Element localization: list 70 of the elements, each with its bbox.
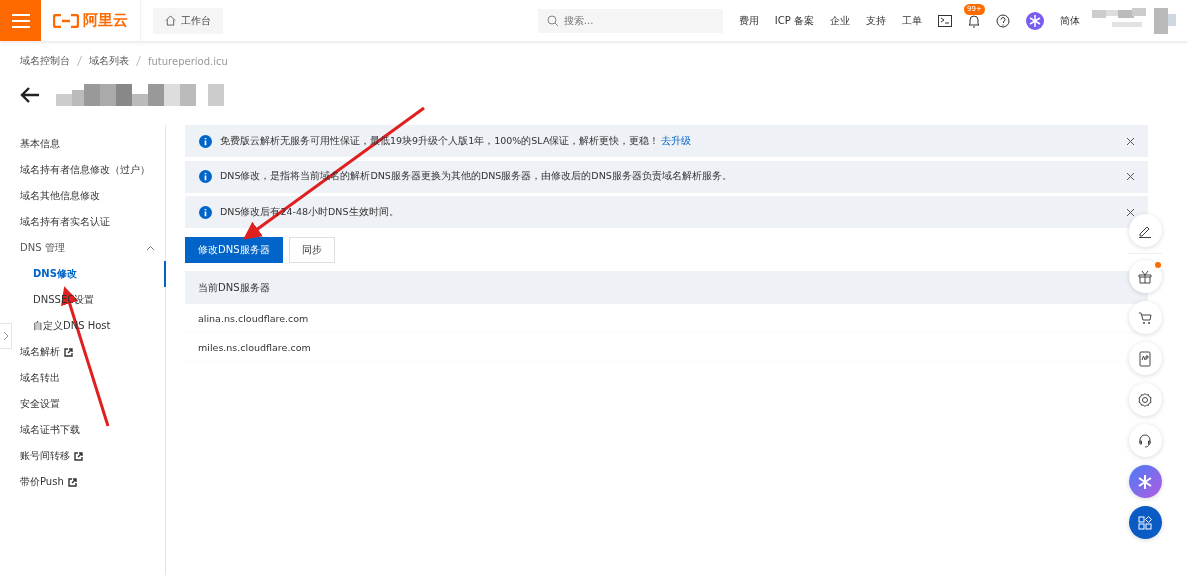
- sidebar-item[interactable]: 账号间转移: [20, 449, 83, 463]
- settings-icon: [1137, 391, 1153, 408]
- nav-link[interactable]: 企业: [830, 13, 850, 28]
- menu-button[interactable]: [0, 0, 41, 41]
- sidebar-item[interactable]: 域名证书下载: [20, 423, 80, 437]
- chevron-icon: [2, 331, 9, 341]
- modify-dns-button[interactable]: 修改DNS服务器: [185, 237, 283, 263]
- gift-button[interactable]: [1128, 260, 1162, 293]
- headset-icon: [1137, 432, 1153, 449]
- sidebar-item[interactable]: 域名持有者信息修改（过户）: [20, 163, 150, 177]
- phone-icon: [1138, 350, 1152, 367]
- close-icon[interactable]: [1127, 137, 1134, 145]
- app-button[interactable]: [1128, 342, 1162, 375]
- sidebar-item[interactable]: 域名其他信息修改: [20, 189, 100, 203]
- cart-icon: [1138, 310, 1152, 325]
- back-arrow-icon[interactable]: [20, 87, 40, 103]
- menu-icon: [11, 13, 30, 28]
- home-icon: [165, 15, 176, 26]
- assistant-button[interactable]: [1128, 465, 1162, 498]
- apps-button[interactable]: [1128, 506, 1162, 539]
- info-icon: [199, 205, 212, 219]
- terminal-icon[interactable]: [938, 14, 952, 27]
- sparkle-icon: [1137, 473, 1153, 490]
- nav-link[interactable]: 支持: [866, 13, 886, 28]
- upgrade-link[interactable]: 去升级: [661, 134, 692, 148]
- external-link-icon: [74, 451, 83, 461]
- feedback-button[interactable]: [1128, 214, 1162, 247]
- table-cell: miles.ns.cloudflare.com: [198, 341, 311, 353]
- logo-icon: [53, 13, 79, 28]
- settings-button[interactable]: [1128, 383, 1162, 416]
- nav-link[interactable]: ICP 备案: [774, 13, 814, 28]
- assistant-icon[interactable]: [1026, 11, 1044, 30]
- close-icon[interactable]: [1127, 173, 1134, 180]
- sync-button[interactable]: 同步: [288, 237, 335, 263]
- sidebar-item[interactable]: 安全设置: [20, 397, 60, 411]
- nav-link[interactable]: 工单: [902, 13, 922, 28]
- close-icon[interactable]: [1127, 208, 1134, 216]
- gift-icon: [1138, 269, 1152, 284]
- table-cell: alina.ns.cloudflare.com: [198, 312, 309, 324]
- search-field[interactable]: 搜索...: [537, 8, 723, 33]
- sidebar-group[interactable]: DNS 管理: [0, 235, 165, 261]
- sidebar-item[interactable]: 域名转出: [20, 371, 60, 385]
- external-link-icon: [67, 477, 77, 487]
- sidebar-item[interactable]: DNS修改: [33, 267, 77, 281]
- sidebar-item[interactable]: 基本信息: [20, 137, 60, 151]
- notification-dot: [1154, 262, 1161, 268]
- column-header: 当前DNS服务器: [198, 280, 270, 295]
- selection-indicator: [164, 261, 166, 287]
- help-icon[interactable]: [996, 13, 1010, 28]
- breadcrumb-separator-icon: [136, 56, 141, 66]
- breadcrumb-link[interactable]: 域名列表: [89, 54, 129, 68]
- bell-icon[interactable]: [968, 13, 980, 28]
- breadcrumb-separator-icon: [77, 56, 82, 66]
- breadcrumb-link[interactable]: 域名控制台: [20, 54, 70, 68]
- collapse-sidebar-button[interactable]: [0, 323, 12, 349]
- cart-button[interactable]: [1128, 301, 1162, 334]
- nav-link[interactable]: 费用: [738, 13, 759, 28]
- language-link[interactable]: 简体: [1060, 13, 1080, 28]
- sidebar-item[interactable]: 域名持有者实名认证: [20, 215, 110, 229]
- support-button[interactable]: [1128, 424, 1162, 457]
- logo-text: 阿里云: [83, 11, 128, 30]
- info-icon: [199, 134, 212, 148]
- info-icon: [199, 170, 212, 183]
- chevron-icon: [146, 245, 155, 251]
- workbench-button[interactable]: 工作台: [153, 7, 223, 34]
- apps-icon: [1138, 515, 1152, 530]
- search-icon: [546, 14, 559, 27]
- external-link-icon: [64, 347, 73, 357]
- sidebar-item[interactable]: 域名解析: [20, 345, 73, 359]
- sidebar-item[interactable]: 带价Push: [20, 475, 77, 489]
